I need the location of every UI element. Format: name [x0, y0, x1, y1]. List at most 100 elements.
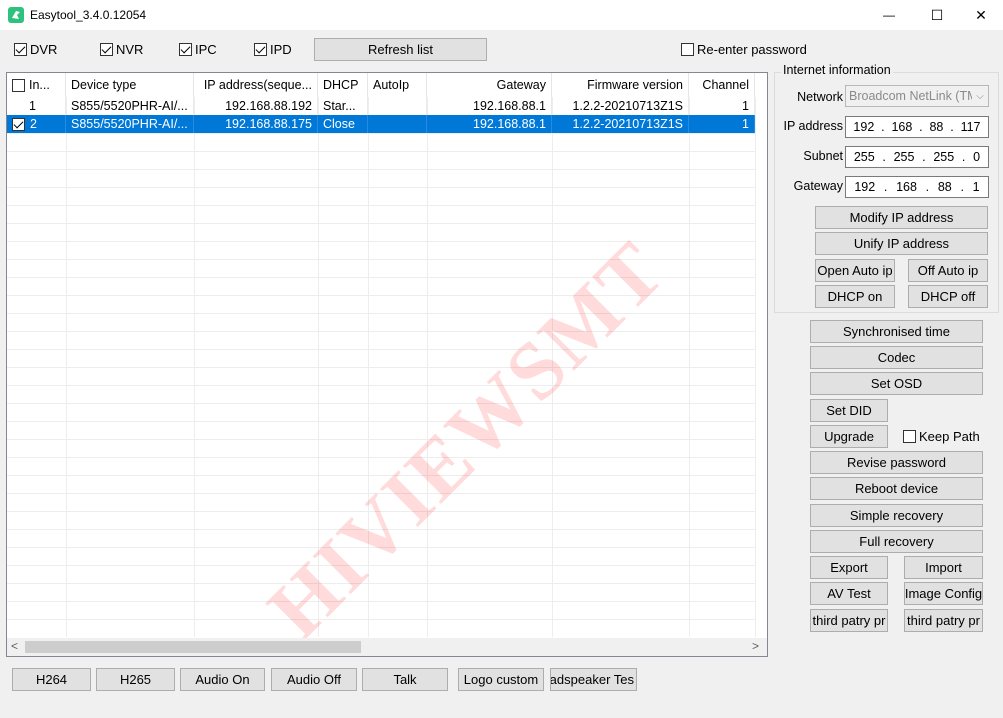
select-all-checkbox[interactable]	[12, 78, 25, 92]
maximize-button[interactable]: ☐	[914, 0, 960, 30]
checkbox-icon[interactable]	[254, 43, 267, 56]
checkbox-icon[interactable]	[14, 43, 27, 56]
open-auto-ip-button[interactable]: Open Auto ip	[815, 259, 895, 282]
cell-index: 2	[7, 115, 66, 133]
dhcp-on-button[interactable]: DHCP on	[815, 285, 895, 308]
grid-line	[7, 367, 755, 368]
column-header-device-type[interactable]: Device type	[66, 73, 194, 97]
reenter-password-checkbox[interactable]: Re-enter password	[681, 42, 807, 57]
internet-information-label: Internet information	[781, 63, 893, 77]
gateway-field[interactable]: 192. 168. 88. 1	[845, 176, 989, 198]
filter-ipd-checkbox[interactable]: IPD	[254, 42, 292, 57]
column-header-firmware[interactable]: Firmware version	[552, 73, 689, 97]
gateway-octet: 88	[937, 180, 952, 194]
subnet-label: Subnet	[803, 149, 843, 163]
filter-ipc-label: IPC	[195, 42, 217, 57]
minimize-button[interactable]: —	[866, 0, 912, 30]
grid-line	[7, 349, 755, 350]
import-button[interactable]: Import	[904, 556, 983, 579]
av-test-button[interactable]: AV Test	[810, 582, 888, 605]
grid-line	[7, 403, 755, 404]
grid-line	[7, 295, 755, 296]
checkbox-icon[interactable]	[179, 43, 192, 56]
column-header-index[interactable]: In...	[7, 73, 66, 97]
close-button[interactable]: ✕	[958, 0, 1003, 30]
simple-recovery-button[interactable]: Simple recovery	[810, 504, 983, 527]
scrollbar-thumb[interactable]	[25, 641, 361, 653]
h264-button[interactable]: H264	[12, 668, 91, 691]
filter-ipd-label: IPD	[270, 42, 292, 57]
logo-custom-button[interactable]: Logo custom	[458, 668, 544, 691]
title-bar	[0, 0, 1003, 30]
column-header-gateway[interactable]: Gateway	[427, 73, 552, 97]
full-recovery-button[interactable]: Full recovery	[810, 530, 983, 553]
revise-password-button[interactable]: Revise password	[810, 451, 983, 474]
h265-button[interactable]: H265	[96, 668, 175, 691]
third-party-button-2[interactable]: third patry pr	[904, 609, 983, 632]
keep-path-checkbox[interactable]: Keep Path	[903, 429, 980, 444]
column-header-channel[interactable]: Channel	[689, 73, 755, 97]
reboot-device-button[interactable]: Reboot device	[810, 477, 983, 500]
synchronised-time-button[interactable]: Synchronised time	[810, 320, 983, 343]
column-header-ip-address[interactable]: IP address(seque...	[194, 73, 318, 97]
image-config-button[interactable]: Image Config	[904, 582, 983, 605]
modify-ip-address-button[interactable]: Modify IP address	[815, 206, 988, 229]
grid-line	[7, 583, 755, 584]
grid-line	[7, 493, 755, 494]
unify-ip-address-button[interactable]: Unify IP address	[815, 232, 988, 255]
cell-gateway: 192.168.88.1	[427, 115, 552, 133]
checkbox-icon[interactable]	[681, 43, 694, 56]
watermark-text: HIVIEWSMT	[250, 223, 684, 656]
network-adapter-value: Broadcom NetLink (TM	[849, 89, 972, 103]
maximize-icon: ☐	[930, 6, 944, 23]
column-header-dhcp[interactable]: DHCP	[318, 73, 368, 97]
grid-line	[7, 439, 755, 440]
grid-line	[7, 529, 755, 530]
scroll-left-icon[interactable]: <	[11, 639, 18, 653]
table-row-selected[interactable]: 2 S855/5520PHR-AI/... 192.168.88.175 Clo…	[7, 115, 755, 133]
cell-dhcp: Star...	[318, 97, 368, 115]
subnet-octet: 255	[933, 150, 955, 164]
filter-dvr-checkbox[interactable]: DVR	[14, 42, 57, 57]
cell-ip-address: 192.168.88.175	[194, 115, 318, 133]
octet-separator: .	[950, 120, 954, 134]
column-header-autoip[interactable]: AutoIp	[368, 73, 427, 97]
loudspeaker-test-button[interactable]: oadspeaker Tes	[550, 668, 637, 691]
grid-line	[7, 277, 755, 278]
scroll-right-icon[interactable]: >	[752, 639, 759, 653]
grid-line	[7, 169, 755, 170]
upgrade-button[interactable]: Upgrade	[810, 425, 888, 448]
refresh-list-button[interactable]: Refresh list	[314, 38, 487, 61]
third-party-button-1[interactable]: third patry pr	[810, 609, 888, 632]
subnet-field[interactable]: 255. 255. 255. 0	[845, 146, 989, 168]
codec-button[interactable]: Codec	[810, 346, 983, 369]
gateway-label: Gateway	[793, 179, 843, 193]
device-table[interactable]: In... Device type IP address(seque... DH…	[6, 72, 768, 657]
grid-line	[7, 223, 755, 224]
filter-nvr-checkbox[interactable]: NVR	[100, 42, 143, 57]
ip-octet: 88	[929, 120, 944, 134]
ip-address-field[interactable]: 192. 168. 88. 117	[845, 116, 989, 138]
table-row[interactable]: 1 S855/5520PHR-AI/... 192.168.88.192 Sta…	[7, 97, 755, 115]
network-adapter-select[interactable]: Broadcom NetLink (TM ⌵	[845, 85, 989, 107]
cell-ip-address: 192.168.88.192	[194, 97, 318, 115]
cell-firmware: 1.2.2-20210713Z1S	[552, 97, 689, 115]
export-button[interactable]: Export	[810, 556, 888, 579]
audio-off-button[interactable]: Audio Off	[271, 668, 357, 691]
filter-ipc-checkbox[interactable]: IPC	[179, 42, 217, 57]
talk-button[interactable]: Talk	[362, 668, 448, 691]
checkbox-icon[interactable]	[100, 43, 113, 56]
grid-line	[7, 259, 755, 260]
horizontal-scrollbar[interactable]: < >	[7, 638, 767, 656]
dhcp-off-button[interactable]: DHCP off	[908, 285, 988, 308]
cell-device-type: S855/5520PHR-AI/...	[66, 97, 194, 115]
checkbox-icon[interactable]	[903, 430, 916, 443]
set-osd-button[interactable]: Set OSD	[810, 372, 983, 395]
grid-line	[7, 205, 755, 206]
off-auto-ip-button[interactable]: Off Auto ip	[908, 259, 988, 282]
octet-separator: .	[883, 180, 888, 194]
set-did-button[interactable]: Set DID	[810, 399, 888, 422]
cell-device-type: S855/5520PHR-AI/...	[66, 115, 194, 133]
audio-on-button[interactable]: Audio On	[180, 668, 265, 691]
row-checkbox[interactable]	[12, 117, 25, 131]
